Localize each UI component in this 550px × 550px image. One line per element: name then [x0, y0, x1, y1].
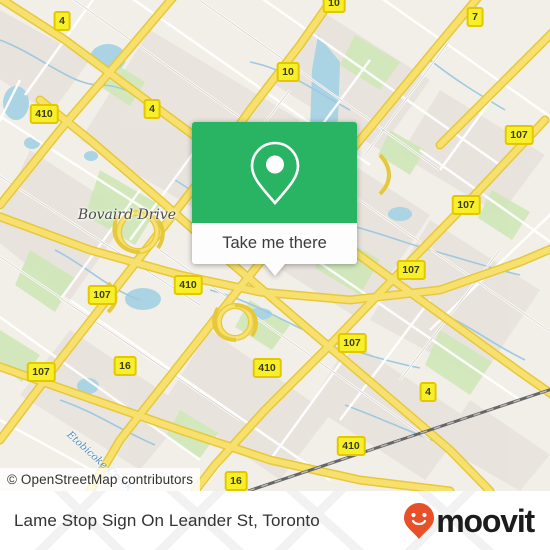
route-shield[interactable]: 410	[173, 275, 203, 295]
osm-attribution-text: © OpenStreetMap contributors	[7, 472, 194, 487]
route-shield[interactable]: 10	[322, 0, 346, 13]
route-shield[interactable]: 16	[113, 356, 137, 376]
route-shield[interactable]: 107	[504, 125, 534, 145]
location-pin-icon	[250, 141, 299, 205]
take-me-there-button[interactable]: Take me there	[192, 223, 357, 264]
footer-bar: Lame Stop Sign On Leander St, Toronto mo…	[0, 491, 550, 550]
page-title: Lame Stop Sign On Leander St, Toronto	[14, 510, 320, 530]
route-shield[interactable]: 410	[336, 436, 366, 456]
app-screen: Bovaird Drive Etobicoke Creek 4 4 410 10…	[0, 0, 550, 550]
route-shield[interactable]: 410	[252, 358, 282, 378]
route-shield[interactable]: 107	[396, 260, 426, 280]
route-shield[interactable]: 7	[466, 7, 484, 27]
moovit-pin-smiley-icon	[404, 502, 435, 539]
moovit-logo[interactable]: moovit	[403, 502, 535, 540]
osm-attribution[interactable]: © OpenStreetMap contributors	[0, 468, 201, 491]
map-label-bovaird-drive: Bovaird Drive	[77, 207, 177, 223]
map-canvas[interactable]: Bovaird Drive Etobicoke Creek 4 4 410 10…	[0, 0, 550, 491]
route-shield[interactable]: 107	[26, 362, 56, 382]
route-shield[interactable]: 4	[143, 99, 161, 119]
location-popup-card[interactable]: Take me there	[192, 122, 357, 276]
route-shield[interactable]: 4	[419, 382, 437, 402]
route-shield[interactable]: 107	[451, 195, 481, 215]
popup-icon-area	[192, 122, 357, 223]
route-shield[interactable]: 4	[53, 11, 71, 31]
route-shield[interactable]: 107	[337, 333, 367, 353]
route-shield[interactable]: 16	[224, 471, 248, 491]
route-shield[interactable]: 410	[29, 104, 59, 124]
route-shield[interactable]: 10	[276, 62, 300, 82]
moovit-wordmark: moovit	[436, 502, 535, 539]
take-me-there-label: Take me there	[222, 234, 327, 252]
popup-tail	[264, 264, 285, 276]
route-shield[interactable]: 107	[87, 285, 117, 305]
